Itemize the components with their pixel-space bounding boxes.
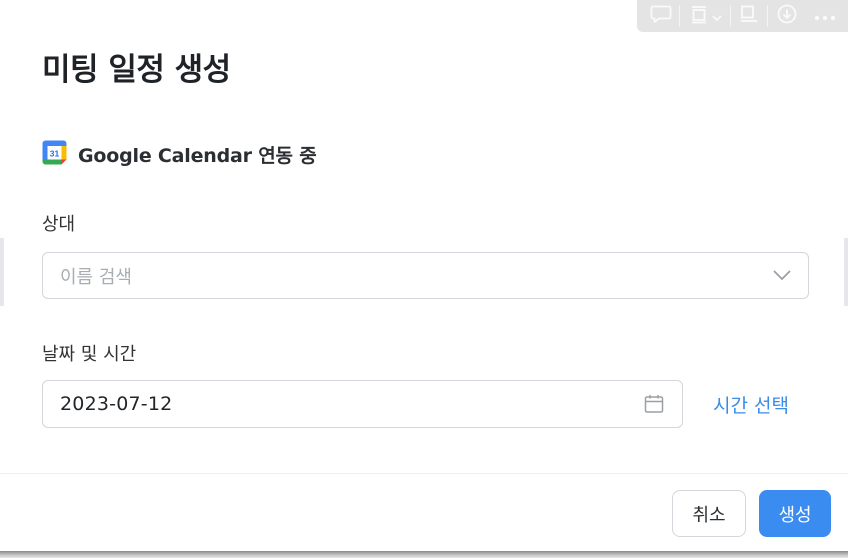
calendar-sync-status: 31 Google Calendar 연동 중	[42, 140, 317, 169]
create-meeting-dialog: 미팅 일정 생성 31 Google Calendar 연동 중 상대 이름 검…	[0, 0, 848, 551]
calendar-icon[interactable]	[643, 393, 665, 415]
chevron-down-icon[interactable]	[772, 266, 792, 286]
comment-icon	[650, 4, 672, 28]
datetime-label: 날짜 및 시간	[42, 344, 137, 365]
chevron-down-icon	[711, 7, 722, 26]
counterpart-label: 상대	[42, 214, 76, 235]
dialog-title: 미팅 일정 생성	[42, 52, 231, 88]
cancel-button[interactable]: 취소	[672, 490, 746, 537]
svg-text:31: 31	[50, 148, 60, 158]
window-bottom-shadow	[0, 551, 848, 558]
present-button[interactable]	[731, 3, 767, 29]
download-button[interactable]	[768, 3, 806, 29]
right-edge-shadow	[844, 238, 848, 306]
frame-icon	[689, 4, 709, 28]
floating-toolbar	[637, 0, 848, 32]
counterpart-search-select[interactable]: 이름 검색	[42, 252, 809, 299]
date-input[interactable]: 2023-07-12	[42, 380, 683, 428]
calendar-sync-label: Google Calendar 연동 중	[78, 144, 317, 167]
more-button[interactable]	[806, 3, 844, 29]
present-icon	[739, 4, 759, 28]
comment-button[interactable]	[643, 3, 679, 29]
download-icon	[776, 3, 798, 29]
google-calendar-icon: 31	[42, 140, 67, 169]
date-value: 2023-07-12	[60, 393, 173, 415]
counterpart-search-placeholder: 이름 검색	[60, 266, 132, 288]
frame-menu-button[interactable]	[680, 3, 730, 29]
more-icon	[813, 7, 837, 26]
create-button[interactable]: 생성	[759, 490, 831, 537]
footer-divider	[0, 473, 848, 474]
time-select-link[interactable]: 시간 선택	[713, 391, 789, 418]
left-edge-shadow	[0, 238, 4, 306]
